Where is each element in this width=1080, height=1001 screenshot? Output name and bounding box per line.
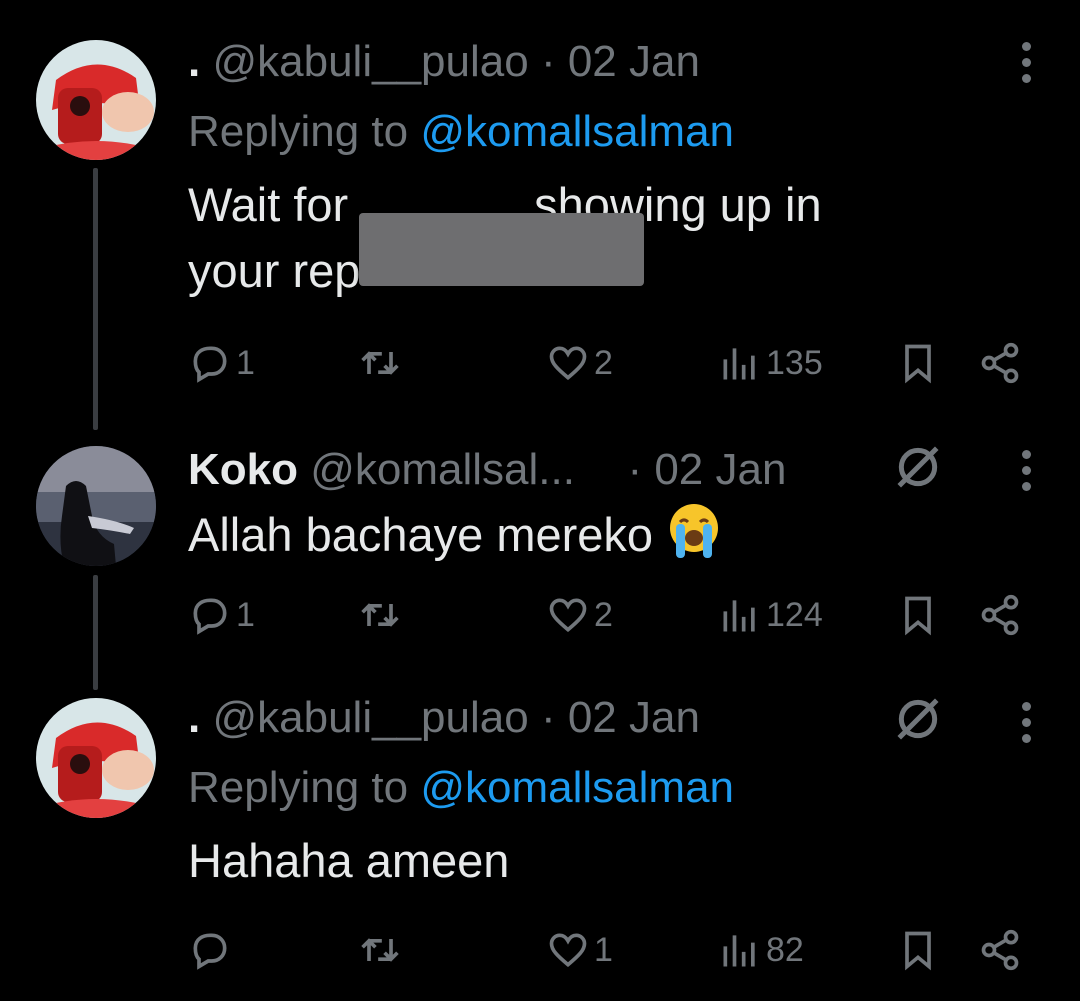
display-name[interactable]: Koko xyxy=(188,445,298,494)
mute-icon[interactable] xyxy=(893,694,943,744)
bookmark-button[interactable] xyxy=(896,590,940,640)
share-icon xyxy=(981,594,1019,636)
redaction-box xyxy=(359,213,644,286)
separator: · xyxy=(627,445,643,494)
retweet-icon xyxy=(361,603,399,627)
views-count: 82 xyxy=(766,930,804,969)
share-button[interactable] xyxy=(978,925,1022,975)
reply-count: 1 xyxy=(236,343,255,382)
like-icon xyxy=(549,346,587,381)
handle[interactable]: @kabuli__pulao xyxy=(212,693,528,742)
retweet-button[interactable] xyxy=(358,925,406,975)
timestamp[interactable]: 02 Jan xyxy=(568,693,700,742)
bookmark-button[interactable] xyxy=(896,925,940,975)
bookmark-icon xyxy=(905,596,931,636)
views-button[interactable]: 135 xyxy=(718,338,823,388)
more-icon[interactable] xyxy=(1020,450,1032,491)
tweet-text: Hahaha ameen xyxy=(188,828,1040,894)
like-icon xyxy=(549,933,587,968)
share-button[interactable] xyxy=(978,590,1022,640)
separator: · xyxy=(540,693,556,742)
crying-emoji xyxy=(666,502,722,575)
action-bar: 1 82 xyxy=(188,925,1040,975)
more-icon[interactable] xyxy=(1020,702,1032,743)
timestamp[interactable]: 02 Jan xyxy=(654,445,786,494)
bookmark-icon xyxy=(905,931,931,971)
reply-icon xyxy=(193,598,227,635)
like-button[interactable]: 2 xyxy=(546,338,613,388)
reply-button[interactable]: 1 xyxy=(188,590,255,640)
reply-count: 1 xyxy=(236,595,255,634)
mute-icon[interactable] xyxy=(893,442,943,492)
replying-prefix: Replying to xyxy=(188,763,409,812)
tweet-text-part: your rep xyxy=(188,244,361,297)
replying-mention[interactable]: @komallsalman xyxy=(420,107,734,156)
share-icon xyxy=(981,929,1019,971)
views-count: 124 xyxy=(766,595,823,634)
views-button[interactable]: 124 xyxy=(718,590,823,640)
views-icon xyxy=(723,935,755,967)
more-icon[interactable] xyxy=(1020,42,1032,83)
action-bar: 1 2 135 xyxy=(188,338,1040,388)
handle[interactable]: @komallsal... xyxy=(310,445,575,494)
display-name[interactable]: . xyxy=(188,37,200,86)
retweet-button[interactable] xyxy=(358,338,406,388)
replying-to: Replying to @komallsalman xyxy=(188,760,1040,816)
views-button[interactable]: 82 xyxy=(718,925,804,975)
like-button[interactable]: 1 xyxy=(546,925,613,975)
action-bar: 1 2 124 xyxy=(188,590,1040,640)
like-count: 2 xyxy=(594,343,613,382)
views-icon xyxy=(723,348,755,380)
display-name[interactable]: . xyxy=(188,693,200,742)
views-icon xyxy=(723,600,755,632)
share-icon xyxy=(981,342,1019,384)
like-count: 2 xyxy=(594,595,613,634)
avatar[interactable] xyxy=(36,698,156,818)
like-count: 1 xyxy=(594,930,613,969)
bookmark-icon xyxy=(905,344,931,384)
share-button[interactable] xyxy=(978,338,1022,388)
tweet-text-part: Hahaha ameen xyxy=(188,834,510,887)
retweet-icon xyxy=(361,938,399,962)
timestamp[interactable]: 02 Jan xyxy=(568,37,700,86)
replying-to: Replying to @komallsalman xyxy=(188,104,1040,160)
reply-button[interactable]: 1 xyxy=(188,338,255,388)
replying-prefix: Replying to xyxy=(188,107,409,156)
views-count: 135 xyxy=(766,343,823,382)
avatar[interactable] xyxy=(36,446,156,566)
tweet-2[interactable]: Koko @komallsal... · 02 Jan Allah bachay… xyxy=(0,430,1080,690)
reply-icon xyxy=(193,346,227,383)
like-button[interactable]: 2 xyxy=(546,590,613,640)
avatar[interactable] xyxy=(36,40,156,160)
tweet-header: . @kabuli__pulao · 02 Jan xyxy=(188,34,1040,90)
retweet-icon xyxy=(361,351,399,375)
reply-button[interactable] xyxy=(188,925,236,975)
retweet-button[interactable] xyxy=(358,590,406,640)
tweet-text-part: Wait for xyxy=(188,178,349,231)
tweet-text: Allah bachaye mereko xyxy=(188,502,1040,575)
separator: · xyxy=(540,37,556,86)
tweet-text-part: Allah bachaye mereko xyxy=(188,508,654,561)
like-icon xyxy=(549,598,587,633)
bookmark-button[interactable] xyxy=(896,338,940,388)
reply-icon xyxy=(193,933,227,970)
handle[interactable]: @kabuli__pulao xyxy=(212,37,528,86)
replying-mention[interactable]: @komallsalman xyxy=(420,763,734,812)
